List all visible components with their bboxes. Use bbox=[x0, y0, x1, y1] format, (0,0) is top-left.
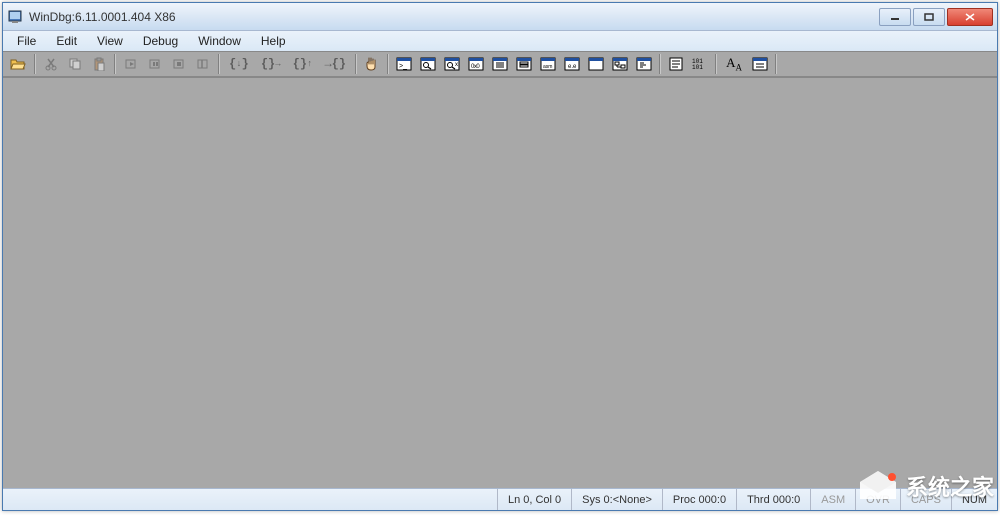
window-title: WinDbg:6.11.0001.404 X86 bbox=[29, 10, 879, 24]
status-num: NUM bbox=[951, 489, 997, 510]
source-window-icon[interactable] bbox=[585, 53, 607, 75]
minimize-button[interactable] bbox=[879, 8, 911, 26]
svg-text:x: x bbox=[455, 62, 458, 68]
client-area bbox=[3, 77, 997, 488]
status-ovr: OVR bbox=[855, 489, 900, 510]
window-controls bbox=[879, 8, 993, 26]
memory-window-icon[interactable] bbox=[489, 53, 511, 75]
menubar: File Edit View Debug Window Help bbox=[3, 31, 997, 51]
toolbar-separator bbox=[355, 54, 357, 74]
titlebar[interactable]: WinDbg:6.11.0001.404 X86 bbox=[3, 3, 997, 31]
svg-text:e.e: e.e bbox=[568, 64, 577, 70]
copy-icon bbox=[64, 53, 86, 75]
menu-view[interactable]: View bbox=[87, 32, 133, 50]
status-ln-col: Ln 0, Col 0 bbox=[497, 489, 571, 510]
registers-window-icon[interactable]: 0x0 bbox=[465, 53, 487, 75]
step-over-icon: {}→ bbox=[256, 53, 286, 75]
locals-window-icon[interactable]: x bbox=[441, 53, 463, 75]
main-window: WinDbg:6.11.0001.404 X86 File Edit View … bbox=[2, 2, 998, 511]
toolbar-separator bbox=[659, 54, 661, 74]
threads-window-icon[interactable] bbox=[633, 53, 655, 75]
menu-file[interactable]: File bbox=[7, 32, 46, 50]
toolbar-separator bbox=[34, 54, 36, 74]
paste-icon bbox=[88, 53, 110, 75]
menu-help[interactable]: Help bbox=[251, 32, 296, 50]
restart-icon bbox=[144, 53, 166, 75]
watch-window-icon[interactable] bbox=[417, 53, 439, 75]
svg-text:asm: asm bbox=[543, 64, 552, 70]
svg-text:0x0: 0x0 bbox=[471, 64, 480, 70]
hand-icon[interactable] bbox=[361, 53, 383, 75]
open-icon[interactable] bbox=[8, 53, 30, 75]
toolbar-separator bbox=[715, 54, 717, 74]
status-sys: Sys 0:<None> bbox=[571, 489, 662, 510]
run-to-cursor-icon: →{} bbox=[319, 53, 351, 75]
app-icon bbox=[7, 9, 23, 25]
processes-window-icon[interactable] bbox=[609, 53, 631, 75]
toolbar-separator bbox=[114, 54, 116, 74]
toolbar-separator bbox=[775, 54, 777, 74]
status-caps: CAPS bbox=[900, 489, 951, 510]
toolbar: {↓} {}→ {}↑ →{} >_ x 0x0 asm e.e bbox=[3, 51, 997, 77]
statusbar: Ln 0, Col 0 Sys 0:<None> Proc 000:0 Thrd… bbox=[3, 488, 997, 510]
status-asm: ASM bbox=[810, 489, 855, 510]
callstack-window-icon[interactable] bbox=[513, 53, 535, 75]
menu-debug[interactable]: Debug bbox=[133, 32, 188, 50]
toolbar-separator bbox=[218, 54, 220, 74]
break-icon bbox=[192, 53, 214, 75]
cut-icon bbox=[40, 53, 62, 75]
step-into-icon: {↓} bbox=[224, 53, 254, 75]
binary-icon[interactable]: 101101 bbox=[689, 53, 711, 75]
status-thrd: Thrd 000:0 bbox=[736, 489, 810, 510]
go-icon bbox=[120, 53, 142, 75]
disasm-window-icon[interactable]: asm bbox=[537, 53, 559, 75]
step-out-icon: {}↑ bbox=[288, 53, 318, 75]
command-window-icon[interactable]: >_ bbox=[393, 53, 415, 75]
options-icon[interactable] bbox=[749, 53, 771, 75]
scratchpad-window-icon[interactable]: e.e bbox=[561, 53, 583, 75]
close-button[interactable] bbox=[947, 8, 993, 26]
status-proc: Proc 000:0 bbox=[662, 489, 736, 510]
svg-text:>_: >_ bbox=[399, 63, 407, 70]
menu-edit[interactable]: Edit bbox=[46, 32, 87, 50]
maximize-button[interactable] bbox=[913, 8, 945, 26]
toolbar-separator bbox=[387, 54, 389, 74]
stop-icon bbox=[168, 53, 190, 75]
svg-text:101: 101 bbox=[692, 64, 703, 71]
menu-window[interactable]: Window bbox=[188, 32, 251, 50]
src-mode-toggle-icon[interactable] bbox=[665, 53, 687, 75]
font-icon[interactable]: AA bbox=[721, 53, 747, 75]
